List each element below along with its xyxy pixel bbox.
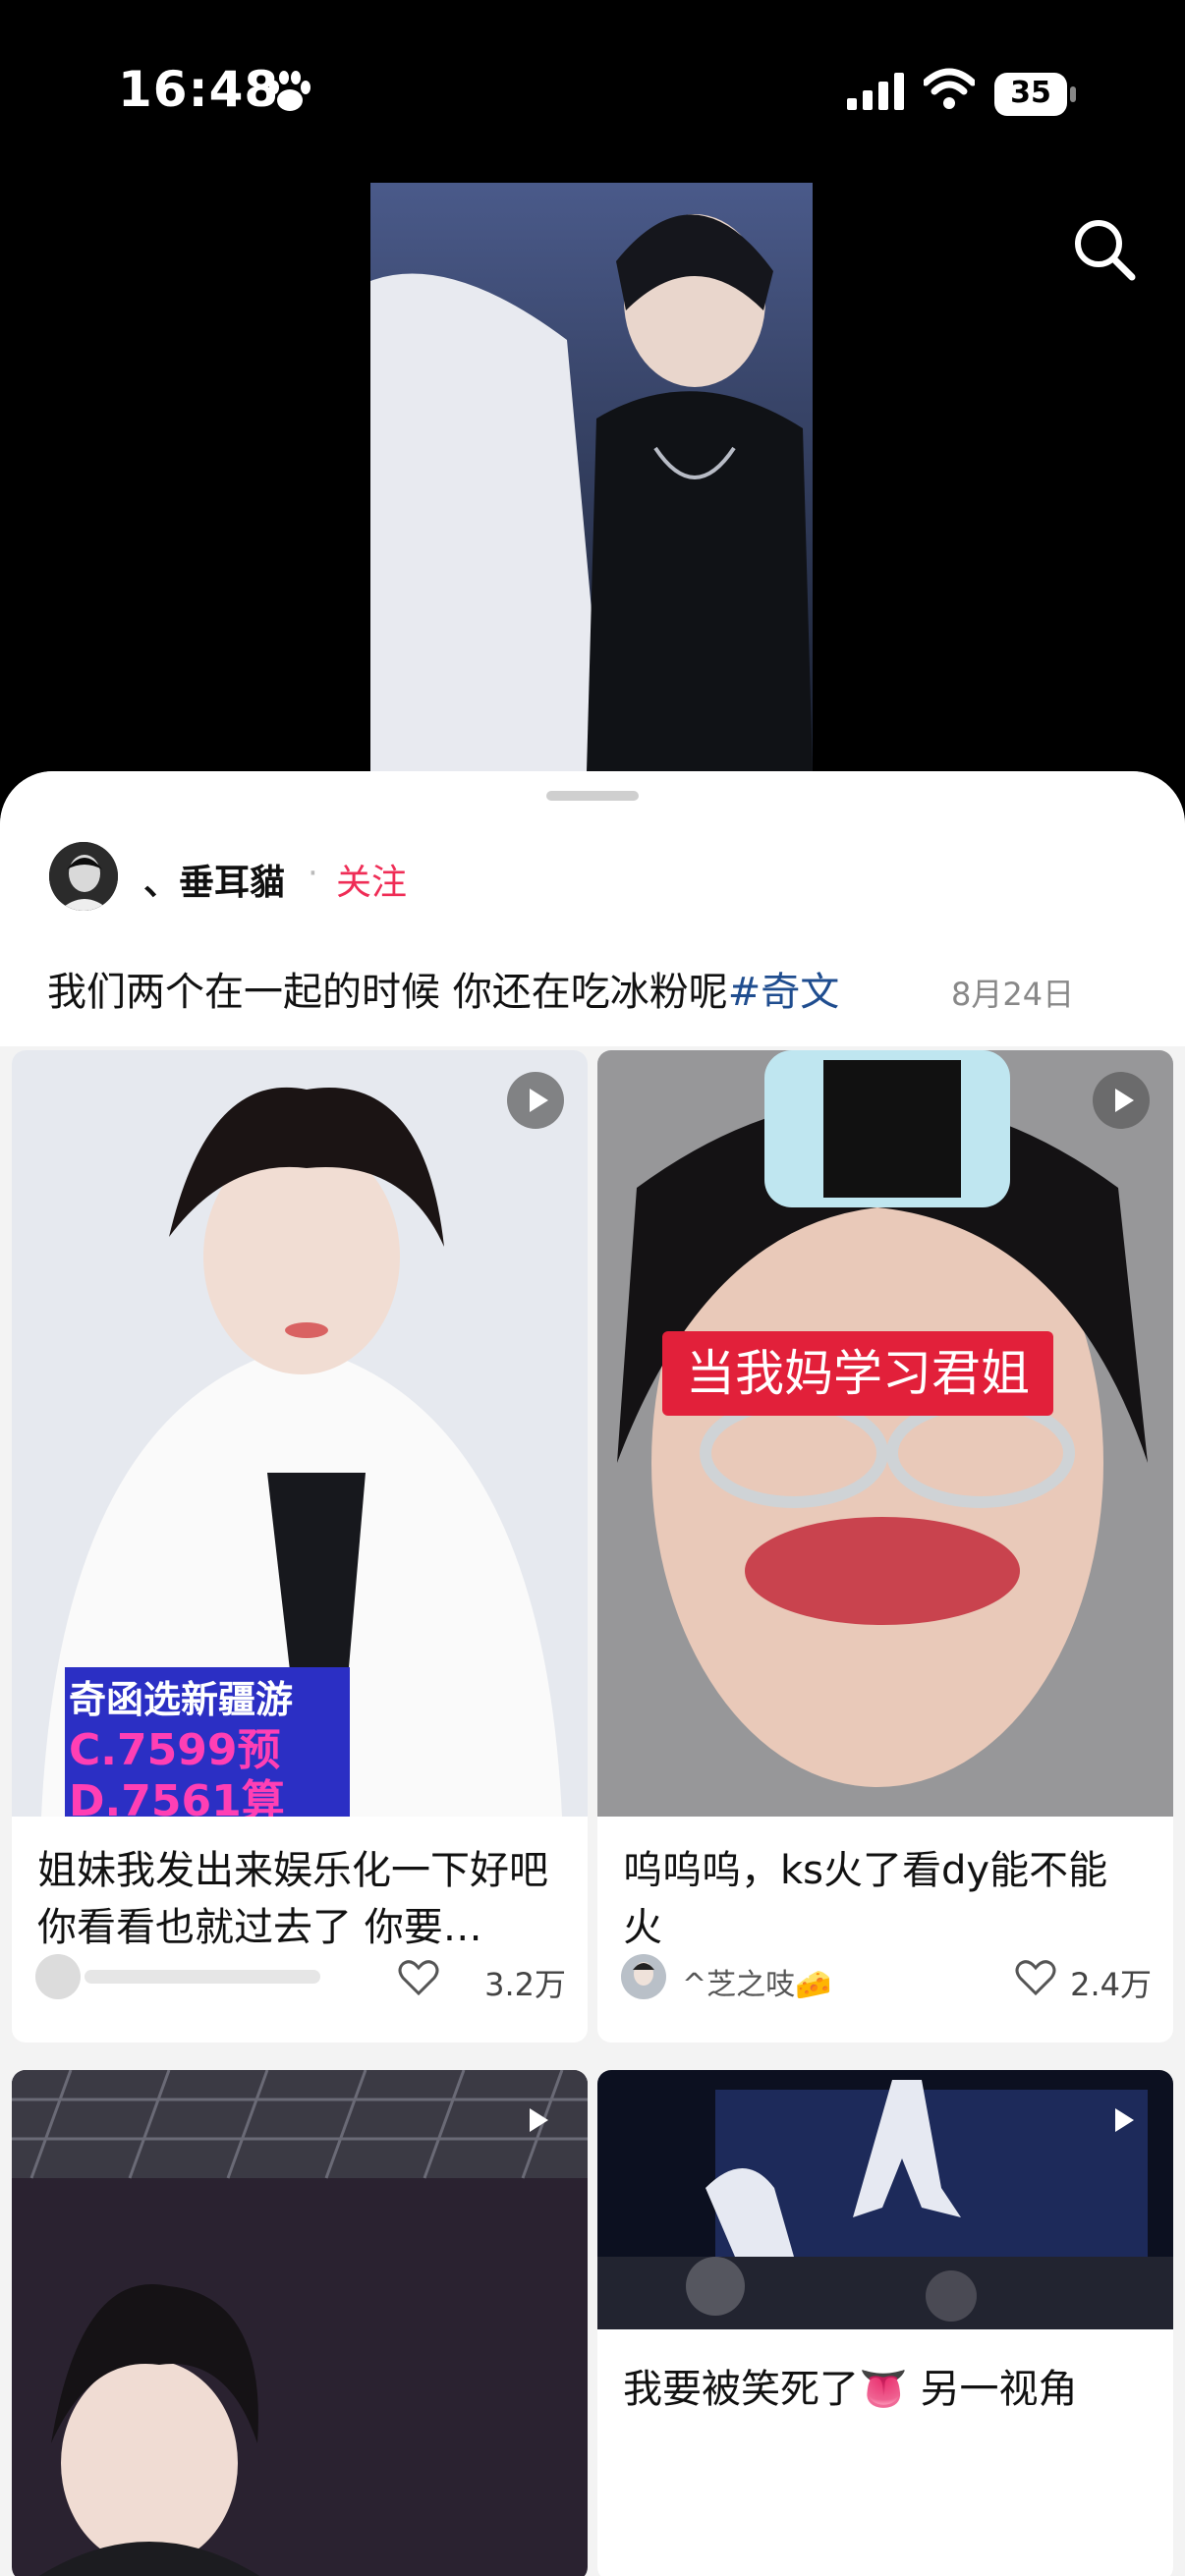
hashtag-link[interactable]: #奇文 [728, 970, 840, 1015]
thumbnail-overlay-text: 当我妈学习君姐 [662, 1331, 1053, 1416]
heart-icon[interactable] [397, 1958, 440, 1997]
video-card[interactable]: 当我妈学习君姐 呜呜呜，ks火了看dy能不能火 ^芝之吱🧀 2.4万 [597, 1050, 1173, 2043]
wifi-icon [924, 68, 975, 109]
video-card[interactable]: 奇函选新疆游 C.7599预 D.7561算 姐妹我发出来娱乐化一下好吧 你看看… [12, 1050, 588, 2043]
like-count: 3.2万 [484, 1966, 566, 2003]
username[interactable]: ^芝之吱🧀 [682, 1960, 832, 2003]
video-card[interactable]: 我要被笑死了👅 另一视角 [597, 2070, 1173, 2576]
battery-icon: 35 [994, 73, 1076, 116]
video-title[interactable]: 我要被笑死了👅 另一视角 [623, 2357, 1078, 2414]
video-thumbnail [12, 2070, 588, 2576]
video-title[interactable]: 姐妹我发出来娱乐化一下好吧 你看看也就过去了 你要… [37, 1842, 558, 1956]
post-description: 我们两个在一起的时候 你还在吃冰粉呢#奇文 [47, 960, 839, 1017]
heart-icon[interactable] [1014, 1958, 1057, 1997]
thumbnail-overlay-text: D.7561算 [69, 1776, 285, 1817]
post-header: 、垂耳貓 · 关注 我们两个在一起的时候 你还在吃冰粉呢#奇文 8月24日 [0, 771, 1185, 1046]
detail-sheet: 、垂耳貓 · 关注 我们两个在一起的时候 你还在吃冰粉呢#奇文 8月24日 奇函… [0, 771, 1185, 2576]
paw-icon [269, 71, 310, 111]
username-blurred [85, 1970, 320, 1984]
author-avatar[interactable] [49, 842, 118, 911]
post-description-text: 我们两个在一起的时候 你还在吃冰粉呢 [47, 970, 728, 1015]
author-name[interactable]: 、垂耳貓 [143, 854, 285, 905]
separator-dot: · [308, 854, 318, 893]
hero-photo [370, 183, 813, 772]
video-thumbnail [597, 2070, 1173, 2329]
signal-icon [847, 73, 904, 110]
play-icon [507, 1072, 564, 1129]
play-icon [507, 2092, 564, 2149]
user-avatar[interactable] [35, 1954, 81, 1999]
video-title[interactable]: 呜呜呜，ks火了看dy能不能火 [623, 1842, 1144, 1956]
like-count: 2.4万 [1070, 1966, 1152, 2003]
video-card[interactable] [12, 2070, 588, 2576]
battery-level: 35 [1010, 76, 1051, 110]
video-thumbnail: 当我妈学习君姐 [597, 1050, 1173, 1817]
user-avatar[interactable] [621, 1954, 666, 1999]
status-time: 16:48 [118, 61, 280, 118]
card-footer: ^芝之吱🧀 2.4万 [621, 1954, 1152, 2007]
video-thumbnail: 奇函选新疆游 C.7599预 D.7561算 [12, 1050, 588, 1817]
play-icon [1093, 2092, 1150, 2149]
post-date: 8月24日 [951, 976, 1075, 1013]
status-bar: 16:48 35 [0, 0, 1185, 187]
follow-button[interactable]: 关注 [336, 854, 407, 905]
search-icon[interactable] [1069, 214, 1138, 283]
card-footer: 3.2万 [35, 1954, 566, 2007]
play-icon [1093, 1072, 1150, 1129]
drag-handle[interactable] [546, 791, 639, 801]
